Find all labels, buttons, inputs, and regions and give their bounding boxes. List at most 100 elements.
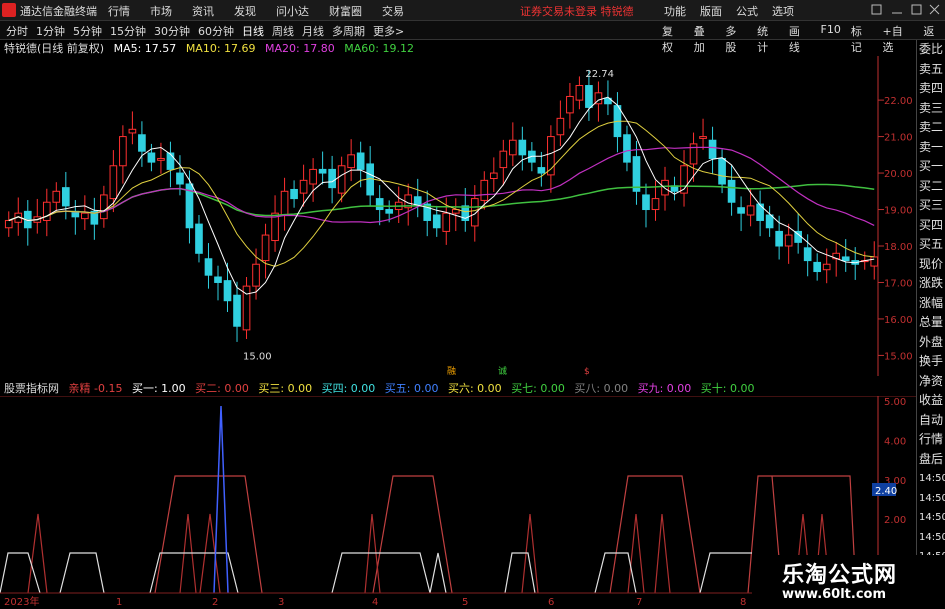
close-icon[interactable]	[929, 4, 940, 15]
side-panel-item[interactable]: 卖二	[917, 118, 945, 138]
high-price-label: 22.74	[585, 69, 614, 80]
side-panel-item[interactable]: 14:50	[917, 528, 945, 548]
tab-period[interactable]: 1分钟	[36, 23, 65, 39]
main-menu: 行情 市场 资讯 发现 问小达 财富圈 交易	[108, 3, 404, 19]
tab-period-active[interactable]: 日线	[242, 23, 264, 39]
tab-period[interactable]: 15分钟	[110, 23, 146, 39]
side-panel-item[interactable]: 自动	[917, 411, 945, 431]
title-menubar: 通达信金融终端 行情 市场 资讯 发现 问小达 财富圈 交易 证券交易未登录 特…	[0, 0, 945, 21]
side-panel-item[interactable]: 涨跌	[917, 274, 945, 294]
candle	[765, 214, 774, 229]
candle	[147, 152, 156, 163]
x-axis-label: 1	[116, 597, 122, 608]
price-tick: 17.00	[884, 278, 913, 289]
side-panel-item[interactable]: 买二	[917, 177, 945, 197]
side-panel-item[interactable]: 买一	[917, 157, 945, 177]
menu-item-trade[interactable]: 交易	[382, 3, 404, 19]
candle	[803, 247, 812, 262]
menu-item-news[interactable]: 资讯	[192, 3, 214, 19]
candle	[775, 230, 783, 247]
indicator-tick: 4.00	[884, 436, 906, 447]
side-panel-item[interactable]: 盘后	[917, 450, 945, 470]
side-panel-item[interactable]: 买三	[917, 196, 945, 216]
side-panel-item[interactable]: 卖四	[917, 79, 945, 99]
candle	[252, 263, 260, 287]
candle	[280, 190, 289, 216]
menu-item-wealth[interactable]: 财富圈	[329, 3, 362, 19]
side-panel-item[interactable]: 收益	[917, 391, 945, 411]
candle	[746, 205, 755, 216]
candle	[537, 167, 546, 174]
candle	[737, 207, 745, 214]
tab-period[interactable]: 30分钟	[154, 23, 190, 39]
price-tick: 22.00	[884, 96, 913, 107]
candle	[356, 152, 365, 170]
price-chart[interactable]: 22.74 15.00 22.00 21.00 20.00 19.00 18.00 17.…	[0, 56, 916, 376]
marker-dollar: $	[584, 367, 590, 376]
side-panel-item[interactable]: 行情	[917, 430, 945, 450]
menu-item-market[interactable]: 市场	[150, 3, 172, 19]
tab-period[interactable]: 分时	[6, 23, 28, 39]
side-panel-item[interactable]: 净资	[917, 372, 945, 392]
menu-item-hq[interactable]: 行情	[108, 3, 130, 19]
candle	[223, 280, 232, 302]
menu-item-formula[interactable]: 公式	[736, 3, 758, 19]
side-panel-item[interactable]: 买五	[917, 235, 945, 255]
menu-item-options[interactable]: 选项	[772, 3, 794, 19]
side-panel-item[interactable]: 卖三	[917, 99, 945, 119]
side-panel-item[interactable]: 总量	[917, 313, 945, 333]
ma-infobar: 特锐德(日线 前复权) MA5: 17.57 MA10: 17.69 MA20:…	[0, 40, 915, 56]
restore-icon[interactable]	[871, 4, 882, 15]
side-panel-item[interactable]: 换手	[917, 352, 945, 372]
candle	[328, 168, 336, 189]
side-panel-item[interactable]: 外盘	[917, 333, 945, 353]
side-panel-item[interactable]: 现价	[917, 255, 945, 275]
tab-period[interactable]: 周线	[272, 23, 294, 39]
menu-item-layout[interactable]: 版面	[700, 3, 722, 19]
candle	[623, 134, 631, 163]
menu-item-discover[interactable]: 发现	[234, 3, 256, 19]
candle	[585, 85, 593, 108]
candle	[299, 179, 308, 194]
candle	[489, 172, 498, 180]
ind-item: 买六: 0.00	[447, 382, 502, 395]
ind-item: 买九: 0.00	[637, 382, 692, 395]
indicator-title: 股票指标网	[4, 382, 59, 395]
tab-period[interactable]: 月线	[302, 23, 324, 39]
candle	[661, 179, 669, 196]
x-axis-label: 3	[278, 597, 284, 608]
tab-period[interactable]: 60分钟	[198, 23, 234, 39]
watermark-title: 乐淘公式网	[782, 563, 898, 588]
candle	[499, 150, 508, 169]
ind-item: 买七: 0.00	[511, 382, 565, 395]
side-panel-item[interactable]: 14:50	[917, 508, 945, 528]
menu-item-function[interactable]: 功能	[664, 3, 686, 19]
candle	[556, 117, 565, 136]
candle	[718, 157, 726, 185]
tab-period[interactable]: 5分钟	[73, 23, 102, 39]
login-notice[interactable]: 证券交易未登录 特锐德	[520, 3, 634, 19]
side-panel-item[interactable]: 委比	[917, 40, 945, 60]
tab-period[interactable]: 更多>	[373, 23, 404, 39]
ma20-label: MA20: 17.80	[265, 42, 335, 55]
maximize-icon[interactable]	[911, 4, 922, 15]
x-axis-label: 6	[548, 597, 554, 608]
candle	[157, 157, 165, 161]
candle	[233, 294, 241, 327]
candle	[432, 214, 441, 229]
side-panel-item[interactable]: 14:50	[917, 489, 945, 509]
tab-period[interactable]: 多周期	[332, 23, 365, 39]
x-axis-label: 5	[462, 597, 468, 608]
menu-item-ask[interactable]: 问小达	[276, 3, 309, 19]
side-panel-item[interactable]: 涨幅	[917, 294, 945, 314]
candle	[176, 172, 184, 185]
side-panel-item[interactable]: 买四	[917, 216, 945, 236]
side-panel-item[interactable]: 14:50	[917, 469, 945, 489]
candle	[841, 256, 850, 262]
side-panel-item[interactable]: 卖一	[917, 138, 945, 158]
candle	[566, 95, 574, 114]
candle	[575, 85, 584, 101]
price-tick: 16.00	[884, 315, 913, 326]
side-panel-item[interactable]: 卖五	[917, 60, 945, 80]
candle	[347, 154, 355, 169]
